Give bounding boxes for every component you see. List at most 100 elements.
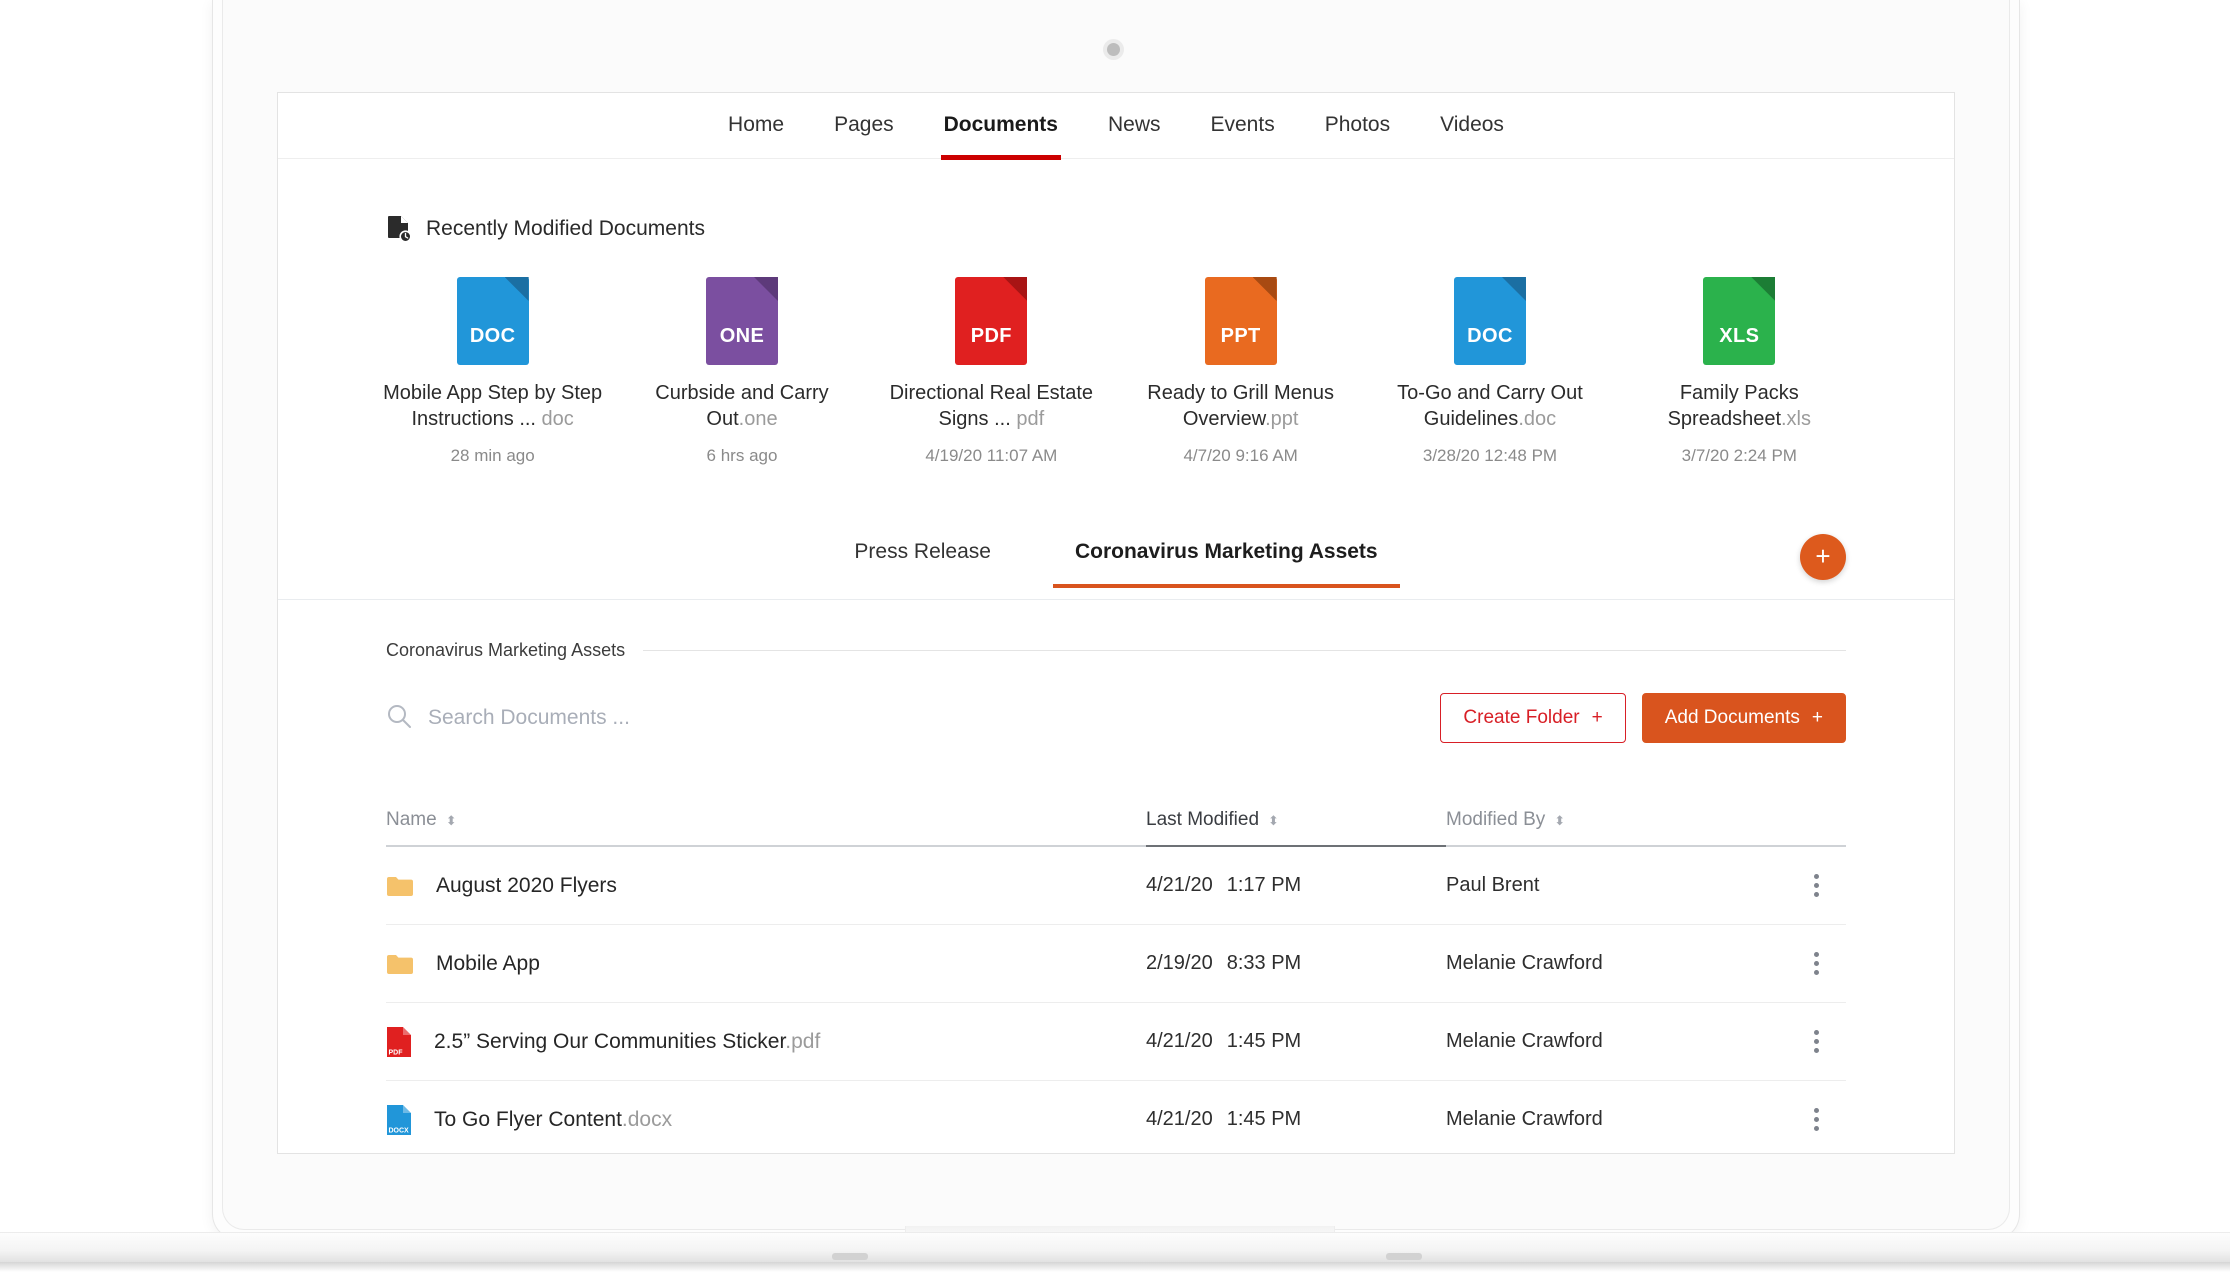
recent-document-card[interactable]: PPT Ready to Grill Menus Overview.ppt 4/7/… (1116, 277, 1365, 466)
nav-item-events[interactable]: Events (1186, 93, 1300, 159)
document-clock-icon (386, 215, 412, 243)
file-basename: Ready to Grill Menus Overview (1147, 382, 1335, 430)
file-corner-fold (753, 277, 778, 301)
nav-item-home[interactable]: Home (703, 93, 809, 159)
recent-document-name: Directional Real Estate Signs ... pdf (876, 381, 1106, 432)
breadcrumb-divider (643, 650, 1846, 652)
folder-icon (386, 875, 414, 897)
last-modified-time: 8:33 PM (1226, 952, 1302, 975)
recently-modified-card-list: DOC Mobile App Step by Step Instructions … (278, 277, 1954, 466)
plus-icon: + (1591, 707, 1603, 729)
sort-arrows-icon[interactable]: ⬍ (1268, 814, 1279, 827)
recent-document-name: To-Go and Carry Out Guidelines.doc (1375, 381, 1605, 432)
table-row[interactable]: Mobile App 2/19/20 8:33 PM Melanie Crawford (386, 925, 1846, 1004)
library-toolbar: Create Folder + Add Documents + (386, 693, 1846, 744)
recent-document-card[interactable]: PDF Directional Real Estate Signs ... pdf… (867, 277, 1116, 466)
recent-document-card[interactable]: XLS Family Packs Spreadsheet.xls 3/7/20 2:… (1615, 277, 1864, 466)
file-suffix: .docx (621, 1107, 673, 1131)
column-header-name[interactable]: Name ⬍ (386, 809, 457, 831)
library-tab-bar: Press Release Coronavirus Marketing Asset… (278, 528, 1954, 601)
last-modified-date: 4/21/20 (1146, 1108, 1213, 1131)
table-row[interactable]: PDF 2.5” Serving Our Communities Sticker.… (386, 1003, 1846, 1082)
laptop-base (0, 1232, 2230, 1262)
column-header-last-modified[interactable]: Last Modified ⬍ (1146, 809, 1446, 831)
column-header-label: Name (386, 809, 437, 831)
laptop-foot-left (832, 1253, 868, 1260)
search-icon (386, 703, 412, 734)
add-documents-button[interactable]: Add Documents + (1641, 693, 1846, 744)
recently-modified-section: Recently Modified Documents DOC Mobile Ap… (278, 159, 1954, 466)
file-extension-label: PPT (1220, 325, 1261, 347)
primary-navigation: Home Pages Documents News Events Photos Videos (278, 93, 1954, 160)
browser-viewport: Home Pages Documents News Events Photos Videos… (277, 92, 1955, 1154)
doc-file-icon: DOC (456, 277, 529, 365)
last-modified-date: 4/21/20 (1146, 1030, 1213, 1053)
recent-document-name: Curbside and Carry Out.one (627, 381, 857, 432)
file-corner-fold (1501, 277, 1526, 301)
recently-modified-header: Recently Modified Documents (278, 215, 1954, 243)
library-tab[interactable]: Coronavirus Marketing Assets (1052, 528, 1400, 589)
breadcrumb: Coronavirus Marketing Assets (386, 640, 1846, 661)
documents-table: Name ⬍ Last Modified ⬍ Modified By ⬍ August 2… (386, 799, 1846, 1153)
document-name[interactable]: 2.5” Serving Our Communities Sticker.pdf (434, 1030, 820, 1054)
file-corner-fold (1252, 277, 1277, 301)
nav-item-pages[interactable]: Pages (809, 93, 919, 159)
file-suffix: .ppt (1265, 407, 1299, 430)
document-library: Coronavirus Marketing Assets Create Fold… (278, 600, 1954, 1153)
search-box[interactable] (386, 703, 1440, 734)
file-suffix: .doc (1518, 407, 1557, 430)
last-modified-date: 4/21/20 (1146, 874, 1213, 897)
file-basename: Family Packs Spreadsheet (1667, 382, 1799, 430)
create-folder-button[interactable]: Create Folder + (1440, 693, 1626, 744)
modified-by-value: Melanie Crawford (1446, 1030, 1603, 1053)
sort-arrows-icon[interactable]: ⬍ (446, 814, 457, 827)
recent-document-card[interactable]: ONE Curbside and Carry Out.one 6 hrs ago (617, 277, 866, 466)
recent-document-timestamp: 6 hrs ago (706, 446, 778, 466)
kebab-menu-icon[interactable] (1813, 1108, 1819, 1132)
last-modified-date: 2/19/20 (1146, 952, 1213, 975)
file-basename: Directional Real Estate Signs ... (889, 382, 1094, 430)
recent-document-timestamp: 4/7/20 9:16 AM (1183, 446, 1298, 466)
file-suffix: .one (738, 407, 778, 430)
column-header-label: Last Modified (1146, 809, 1260, 831)
file-suffix: .xls (1781, 407, 1811, 430)
last-modified-time: 1:17 PM (1226, 874, 1302, 897)
laptop-base-shadow (0, 1262, 2230, 1272)
document-name[interactable]: August 2020 Flyers (436, 874, 617, 898)
document-name[interactable]: Mobile App (436, 952, 540, 976)
recent-document-card[interactable]: DOC To-Go and Carry Out Guidelines.doc 3/2… (1365, 277, 1614, 466)
table-row[interactable]: DOCX To Go Flyer Content.docx 4/21/20 1:45 … (386, 1081, 1846, 1153)
kebab-menu-icon[interactable] (1813, 874, 1819, 898)
column-header-modified-by[interactable]: Modified By ⬍ (1446, 809, 1786, 831)
last-modified-time: 1:45 PM (1226, 1030, 1302, 1053)
file-extension-label: ONE (719, 325, 765, 347)
modified-by-value: Paul Brent (1446, 874, 1540, 897)
file-suffix: pdf (1010, 407, 1045, 430)
recent-document-name: Ready to Grill Menus Overview.ppt (1126, 381, 1356, 432)
column-header-label: Modified By (1446, 809, 1546, 831)
nav-item-videos[interactable]: Videos (1415, 93, 1529, 159)
nav-item-documents[interactable]: Documents (919, 93, 1083, 160)
recently-modified-title: Recently Modified Documents (426, 217, 705, 240)
table-row[interactable]: August 2020 Flyers 4/21/20 1:17 PM Paul Bre… (386, 847, 1846, 926)
last-modified-time: 1:45 PM (1226, 1108, 1302, 1131)
plus-icon: + (1811, 707, 1823, 729)
add-library-button[interactable]: + (1800, 534, 1846, 581)
recent-document-name: Family Packs Spreadsheet.xls (1624, 381, 1854, 432)
svg-text:DOCX: DOCX (389, 1127, 410, 1134)
kebab-menu-icon[interactable] (1813, 952, 1819, 976)
nav-item-photos[interactable]: Photos (1300, 93, 1415, 159)
search-input[interactable] (428, 706, 888, 731)
library-tab[interactable]: Press Release (832, 528, 1013, 588)
sort-arrows-icon[interactable]: ⬍ (1554, 814, 1565, 827)
file-suffix: .pdf (785, 1029, 821, 1053)
table-header-row: Name ⬍ Last Modified ⬍ Modified By ⬍ (386, 799, 1846, 841)
kebab-menu-icon[interactable] (1813, 1030, 1819, 1054)
modified-by-value: Melanie Crawford (1446, 952, 1603, 975)
document-name[interactable]: To Go Flyer Content.docx (434, 1108, 672, 1132)
recent-document-card[interactable]: DOC Mobile App Step by Step Instructions … (368, 277, 617, 466)
nav-item-news[interactable]: News (1083, 93, 1186, 159)
webcam-icon (1107, 43, 1120, 56)
file-extension-label: DOC (469, 325, 516, 347)
table-header-rules (386, 845, 1846, 848)
